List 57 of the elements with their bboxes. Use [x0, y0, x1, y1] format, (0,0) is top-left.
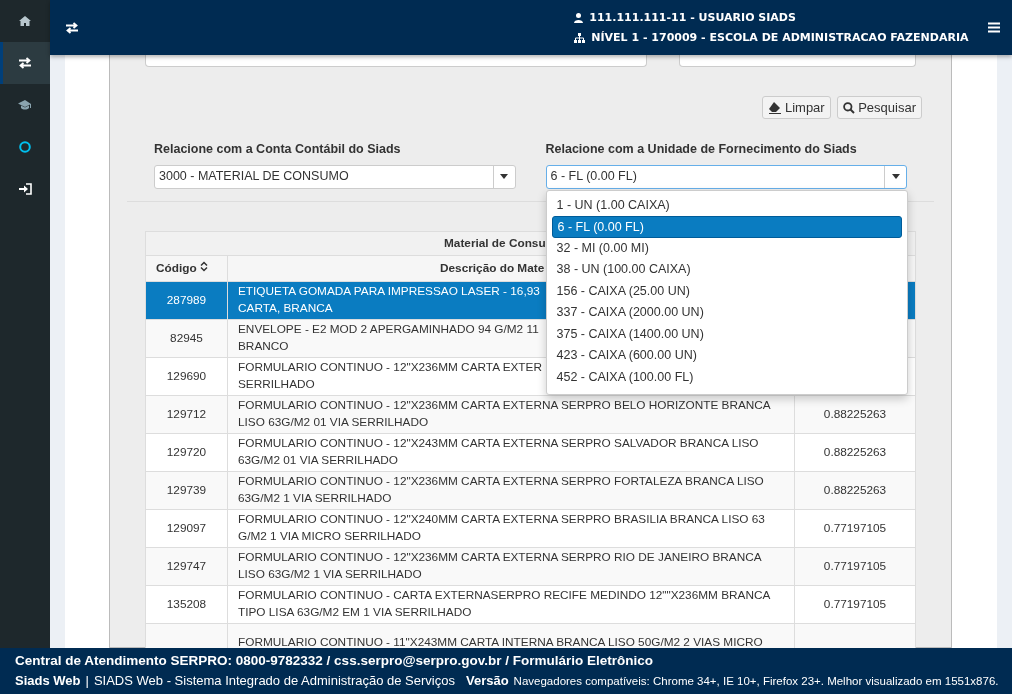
clear-button[interactable]: Limpar: [761, 96, 831, 119]
column-header[interactable]: Código: [145, 255, 228, 282]
dropdown-option[interactable]: 6 - FL (0.00 FL): [551, 216, 902, 238]
home-icon: [19, 16, 31, 26]
table-cell: 129690: [145, 357, 228, 396]
footer-system: SIADS Web - Sistema Integrado de Administração de Serviços: [93, 672, 455, 690]
table-cell: 287989: [145, 281, 228, 320]
table-cell: FORMULARIO CONTINUO - 11"X243MM CARTA INTERNA BRANCA LISO 50G/M2 2 VIAS MICRO: [227, 623, 795, 648]
separator: |: [85, 672, 89, 690]
table-cell: FORMULARIO CONTINUO - CARTA EXTERNASERPRO RECIFE MEDINDO 12""X236MM BRANCA TIPO LISA 63G/M2 EM 1 VIA SERRILHADO: [227, 585, 795, 624]
table-cell: 129720: [145, 433, 228, 472]
field-label: Relacione com a Conta Contábil do Siads: [154, 141, 402, 158]
input-field[interactable]: [679, 55, 916, 67]
footer-brand: Siads Web: [15, 672, 81, 690]
table-cell: 129747: [145, 547, 228, 586]
table-cell: 0.88225263: [794, 433, 916, 472]
user-icon: [573, 12, 583, 23]
circle-icon: [19, 141, 31, 153]
table-cell: 129739: [145, 471, 228, 510]
field-label: Relacione com a Unidade de Fornecimento do Siads: [545, 141, 858, 158]
table-cell: 0.77197105: [794, 547, 916, 586]
caret-icon: [500, 174, 508, 180]
select-field[interactable]: 6 - FL (0.00 FL): [545, 164, 907, 189]
swap-icon: [18, 57, 32, 69]
table-cell: 129712: [145, 395, 228, 434]
table-cell: 135208: [145, 585, 228, 624]
hierarchy-icon: [573, 32, 585, 43]
select-field[interactable]: 3000 - MATERIAL DE CONSUMO: [154, 164, 516, 189]
swap-icon[interactable]: [65, 21, 79, 34]
table-cell: 0.88225263: [794, 471, 916, 510]
input-field[interactable]: [145, 55, 647, 67]
table-cell: 129097: [145, 509, 228, 548]
table-cell: 0.88225263: [794, 395, 916, 434]
graduation-cap-icon: [18, 100, 32, 110]
table-cell: FORMULARIO CONTINUO - 12"X236MM CARTA EXTERNA SERPRO BELO HORIZONTE BRANCA LISO 63G/M2 01 VIA SERRILHADO: [227, 395, 795, 434]
sidebar-item[interactable]: [0, 42, 50, 84]
eraser-icon: [767, 101, 782, 114]
dropdown-option[interactable]: 1 - UN (1.00 CAIXA): [551, 194, 902, 217]
table-cell: 0.77197105: [794, 585, 916, 624]
table-cell: 82945: [145, 319, 228, 358]
caret-icon: [891, 174, 900, 180]
table-cell: 0.77197105: [794, 509, 916, 548]
table-cell: FORMULARIO CONTINUO - 12"X236MM CARTA EXTERNA SERPRO FORTALEZA BRANCA LISO 63G/M2 1 VIA SERRILHADO: [227, 471, 795, 510]
table-cell: FORMULARIO CONTINUO - 12"X243MM CARTA EXTERNA SERPRO SALVADOR BRANCA LISO 63G/M2 01 VIA SERRILHADO: [227, 433, 795, 472]
sign-in-icon: [18, 183, 32, 195]
table-cell: FORMULARIO CONTINUO - 12"X240MM CARTA EXTERNA SERPRO BRASILIA BRANCA LISO 63 G/M2 1 VIA MICRO SERRILHADO: [227, 509, 795, 548]
footer-contact: Central de Atendimento SERPRO: 0800-9782332 / css.serpro@serpro.gov.br / Formulário Eletrônico: [15, 652, 655, 670]
version-label: Versão: [465, 672, 509, 690]
menu-icon[interactable]: [988, 22, 1000, 33]
dropdown-option[interactable]: 452 - CAIXA (100.00 FL): [551, 366, 902, 389]
search-icon: [843, 101, 856, 114]
search-button[interactable]: Pesquisar: [837, 96, 922, 119]
browser-note: Navegadores compatíveis: Chrome 34+, IE 10+, Firefox 23+. Melhor visualizado em 1551x876.: [513, 674, 999, 689]
header-text: NÍVEL 1 - 170009 - ESCOLA DE ADMINISTRACAO FAZENDARIA: [591, 29, 969, 46]
table-cell: FORMULARIO CONTINUO - 12"X236MM CARTA EXTERNA SERPRO RIO DE JANEIRO BRANCA LISO 63G/M2 1 VIA SERRILHADO: [227, 547, 795, 586]
header-text: 111.111.111-11 - USUARIO SIADS: [589, 9, 796, 26]
sort-icon: [199, 260, 208, 272]
